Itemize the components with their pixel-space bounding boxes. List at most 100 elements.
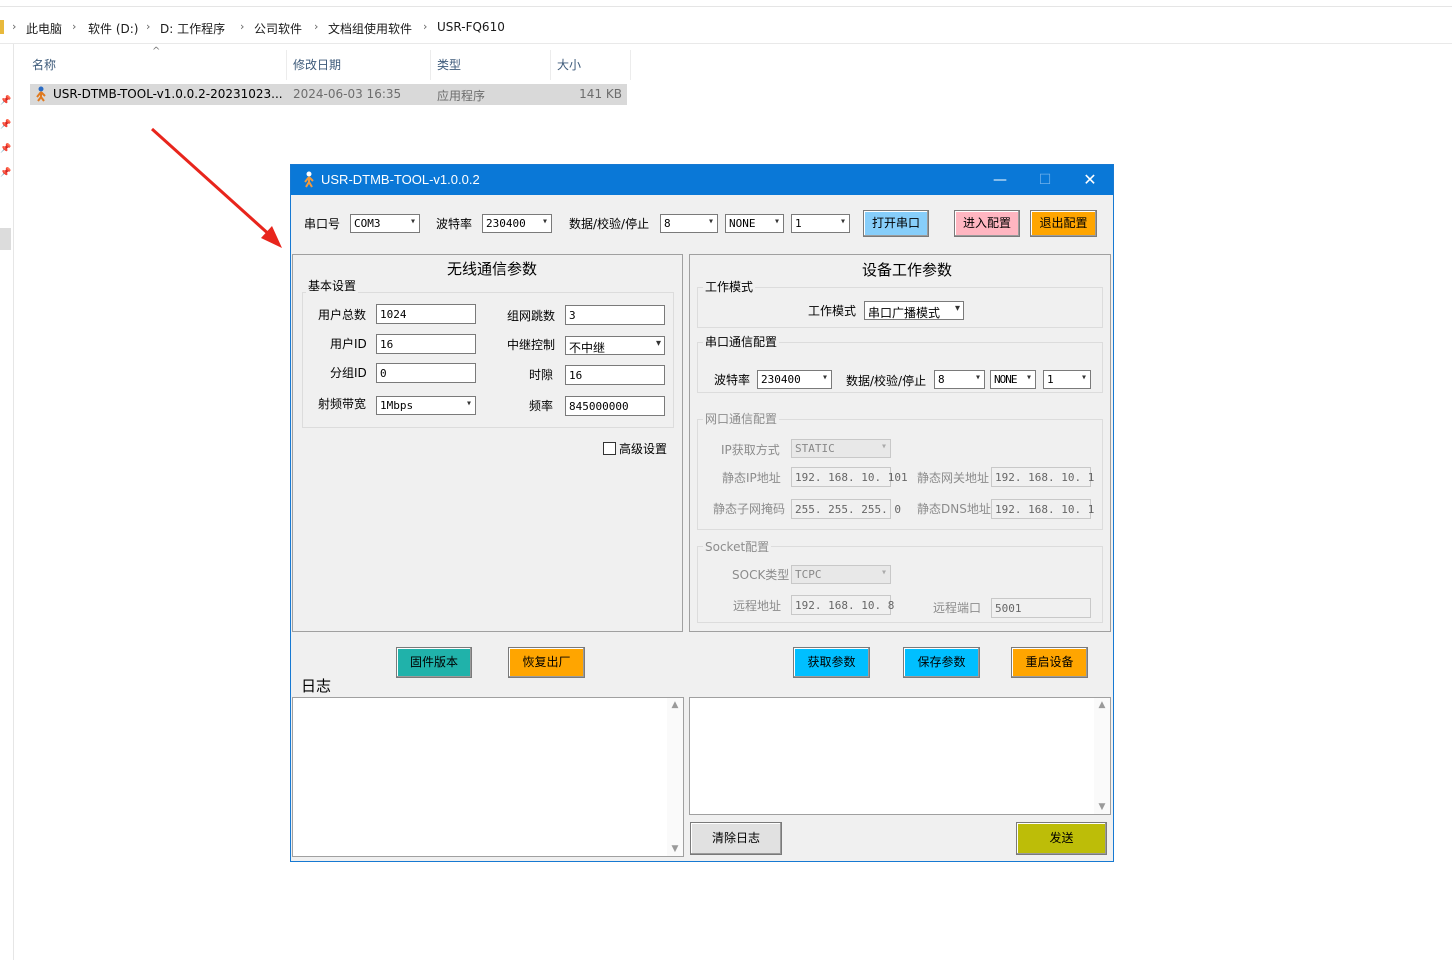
bandwidth-select[interactable]: 1Mbps ▾ [376, 396, 476, 415]
slot-input[interactable]: 16 [565, 365, 665, 385]
column-header-type[interactable]: 类型 [437, 56, 461, 76]
chevron-down-icon: ▾ [880, 567, 887, 578]
arrow-shaft [150, 127, 274, 239]
save-params-button[interactable]: 保存参数 [903, 647, 980, 678]
freq-input[interactable]: 845000000 [565, 396, 665, 416]
get-params-button[interactable]: 获取参数 [793, 647, 870, 678]
total-users-input[interactable]: 1024 [376, 304, 476, 324]
chevron-down-icon: ▾ [1025, 372, 1032, 383]
gateway-label: 静态网关地址 [917, 471, 990, 485]
close-icon[interactable]: ✕ [1075, 169, 1105, 191]
serial-parity-select[interactable]: NONE ▾ [990, 370, 1036, 389]
group-id-input[interactable]: 0 [376, 363, 476, 383]
bandwidth-label: 射频带宽 [318, 397, 367, 411]
user-id-label: 用户ID [330, 337, 367, 351]
ip-mode-label: IP获取方式 [721, 443, 780, 457]
red-arrow-annotation [150, 127, 282, 248]
file-date: 2024-06-03 16:35 [293, 87, 402, 101]
gateway-input[interactable]: 192. 168. 10. 1 [991, 467, 1094, 487]
device-params-title: 设备工作参数 [862, 261, 953, 279]
serial-parity-value: NONE [994, 373, 1017, 386]
subnet-mask-label: 静态子网掩码 [713, 502, 786, 516]
subnet-mask-input[interactable]: 255. 255. 255. 0 [791, 499, 901, 519]
send-button[interactable]: 发送 [1016, 822, 1107, 855]
work-mode-group-title: 工作模式 [703, 278, 756, 295]
remote-port-label: 远程端口 [933, 601, 982, 615]
tool-window: USR-DTMB-TOOL-v1.0.0.2 — ☐ ✕ 串口号 COM3 ▾ … [290, 164, 1114, 862]
relay-select[interactable]: 不中继 ▾ [565, 336, 665, 355]
factory-reset-button[interactable]: 恢复出厂 [508, 647, 585, 678]
chevron-down-icon: ▾ [821, 372, 828, 383]
log-label: 日志 [301, 677, 332, 695]
serial-baud-select[interactable]: 230400 ▾ [757, 370, 832, 389]
stop-bits-value: 1 [795, 217, 802, 230]
chevron-down-icon: ▾ [409, 216, 416, 227]
open-port-button[interactable]: 打开串口 [863, 210, 929, 237]
sock-type-select[interactable]: TCPC ▾ [791, 565, 891, 584]
ip-mode-select[interactable]: STATIC ▾ [791, 439, 891, 458]
wireless-params-title: 无线通信参数 [447, 260, 538, 278]
file-size: 141 KB [579, 87, 622, 101]
breadcrumb-usr-fq610[interactable]: USR-FQ610 [437, 20, 505, 34]
chevron-down-icon: ▾ [541, 216, 548, 227]
scroll-down-icon[interactable]: ▼ [667, 844, 683, 854]
send-scrollbar[interactable]: ▲ ▼ [1094, 698, 1110, 814]
static-ip-input[interactable]: 192. 168. 10. 101 [791, 467, 908, 487]
advanced-settings-checkbox[interactable] [603, 442, 616, 455]
relay-value: 不中继 [569, 341, 606, 355]
chevron-down-icon: ▾ [655, 338, 661, 349]
column-divider[interactable] [550, 50, 551, 80]
static-ip-label: 静态IP地址 [722, 471, 781, 485]
serial-baud-label: 波特率 [714, 373, 751, 387]
slot-label: 时隙 [529, 368, 554, 382]
app-icon [304, 171, 314, 188]
relay-label: 中继控制 [507, 338, 556, 352]
work-mode-select[interactable]: 串口广播模式 ▾ [864, 301, 964, 320]
maximize-icon[interactable]: ☐ [1030, 169, 1060, 191]
log-textarea[interactable]: ▲ ▼ [292, 697, 684, 857]
serial-dps-label: 数据/校验/停止 [846, 374, 927, 388]
freq-label: 频率 [529, 399, 554, 413]
column-header-date[interactable]: 修改日期 [293, 56, 341, 76]
firmware-version-button[interactable]: 固件版本 [396, 647, 472, 678]
data-bits-select[interactable]: 8 ▾ [660, 214, 718, 233]
column-divider[interactable] [630, 50, 631, 80]
column-divider[interactable] [430, 50, 431, 80]
log-scrollbar[interactable]: ▲ ▼ [667, 698, 683, 856]
data-bits-value: 8 [664, 217, 671, 230]
window-title: USR-DTMB-TOOL-v1.0.0.2 [321, 172, 480, 187]
stop-bits-select[interactable]: 1 ▾ [791, 214, 850, 233]
send-textarea[interactable]: ▲ ▼ [689, 697, 1111, 815]
minimize-icon[interactable]: — [985, 169, 1015, 191]
column-header-size[interactable]: 大小 [557, 56, 581, 76]
remote-port-input[interactable]: 5001 [991, 598, 1091, 618]
baud-value: 230400 [486, 217, 526, 230]
serial-data-bits-select[interactable]: 8 ▾ [934, 370, 985, 389]
parity-value: NONE [729, 217, 756, 230]
serial-stop-bits-select[interactable]: 1 ▾ [1043, 370, 1091, 389]
scroll-down-icon[interactable]: ▼ [1094, 802, 1110, 812]
clear-log-button[interactable]: 清除日志 [690, 822, 782, 855]
title-bar[interactable]: USR-DTMB-TOOL-v1.0.0.2 — ☐ ✕ [291, 165, 1113, 195]
scroll-up-icon[interactable]: ▲ [1094, 700, 1110, 710]
baud-select[interactable]: 230400 ▾ [482, 214, 552, 233]
user-id-input[interactable]: 16 [376, 334, 476, 354]
chevron-down-icon: ▾ [974, 372, 981, 383]
advanced-settings-label[interactable]: 高级设置 [619, 440, 667, 457]
chevron-down-icon: ▾ [839, 216, 846, 227]
scroll-up-icon[interactable]: ▲ [667, 700, 683, 710]
remote-addr-input[interactable]: 192. 168. 10. 8 [791, 595, 894, 615]
hops-input[interactable]: 3 [565, 305, 665, 325]
breadcrumb-doc-software[interactable]: 文档组使用软件 [328, 20, 412, 37]
enter-config-button[interactable]: 进入配置 [954, 210, 1020, 237]
restart-device-button[interactable]: 重启设备 [1011, 647, 1088, 678]
chevron-down-icon: ▾ [465, 398, 472, 409]
port-select[interactable]: COM3 ▾ [350, 214, 420, 233]
parity-select[interactable]: NONE ▾ [725, 214, 784, 233]
chevron-right-icon: › [314, 20, 319, 33]
exit-config-button[interactable]: 退出配置 [1030, 210, 1097, 237]
dns-input[interactable]: 192. 168. 10. 1 [991, 499, 1094, 519]
data-parity-stop-label: 数据/校验/停止 [569, 217, 650, 231]
remote-addr-label: 远程地址 [733, 599, 782, 613]
dns-label: 静态DNS地址 [917, 502, 991, 516]
